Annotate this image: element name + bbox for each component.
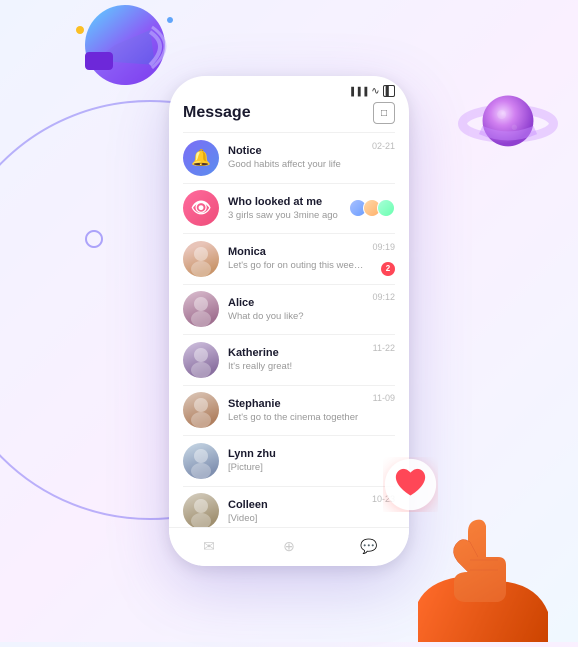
tab-discover[interactable]: ⊕ xyxy=(279,536,299,556)
message-item-stephanie[interactable]: Stephanie Let's go to the cinema togethe… xyxy=(169,385,409,435)
msg-name: Colleen xyxy=(228,499,363,511)
msg-preview: [Picture] xyxy=(228,462,386,473)
tab-message[interactable]: 💬 xyxy=(359,536,379,556)
avatar-monica xyxy=(183,241,219,277)
avatar-who: 👁 xyxy=(183,190,219,226)
msg-preview: Let's go for on outing this weekend- xyxy=(228,260,363,271)
dot-decoration xyxy=(85,230,103,248)
megaphone-decoration xyxy=(60,0,190,120)
message-item-lynn[interactable]: Lynn zhu [Picture] xyxy=(169,436,409,486)
discover-tab-icon: ⊕ xyxy=(279,536,299,556)
wifi-icon: ∿ xyxy=(371,86,379,97)
msg-name: Notice xyxy=(228,145,363,157)
unread-badge: 2 xyxy=(381,262,395,276)
heart-badge-decoration xyxy=(383,457,438,512)
tab-bar: ✉ ⊕ 💬 xyxy=(169,527,409,566)
who-avatar-3 xyxy=(377,199,395,217)
msg-time: 11-22 xyxy=(373,342,395,353)
compose-button[interactable]: □ xyxy=(373,102,395,124)
msg-content-notice: Notice Good habits affect your life xyxy=(228,145,363,170)
msg-preview: [Video] xyxy=(228,513,363,524)
msg-preview: Good habits affect your life xyxy=(228,159,363,170)
msg-content-lynn: Lynn zhu [Picture] xyxy=(228,448,386,473)
avatar-colleen xyxy=(183,493,219,529)
who-avatar-group xyxy=(349,199,395,217)
signal-icon: ▐▐▐ xyxy=(348,87,368,96)
chat-tab-icon: ✉ xyxy=(199,536,219,556)
msg-content-alice: Alice What do you like? xyxy=(228,297,363,322)
msg-name: Alice xyxy=(228,297,363,309)
message-item-monica[interactable]: Monica Let's go for on outing this weeke… xyxy=(169,234,409,284)
avatar-alice xyxy=(183,291,219,327)
msg-name: Stephanie xyxy=(228,398,364,410)
msg-content-stephanie: Stephanie Let's go to the cinema togethe… xyxy=(228,398,364,423)
message-item-who[interactable]: 👁 Who looked at me 3 girls saw you 3mine… xyxy=(169,183,409,233)
avatar-katherine xyxy=(183,342,219,378)
msg-time: 09:12 xyxy=(372,291,395,302)
msg-time: 02-21 xyxy=(372,140,395,151)
avatar-lynn xyxy=(183,443,219,479)
msg-preview: 3 girls saw you 3mine ago xyxy=(228,210,340,221)
msg-preview: Let's go to the cinema together xyxy=(228,412,364,423)
status-bar: ▐▐▐ ∿ ▌ xyxy=(169,76,409,98)
app-header: Message □ xyxy=(169,98,409,132)
message-item-alice[interactable]: Alice What do you like? 09:12 xyxy=(169,284,409,334)
msg-name: Monica xyxy=(228,246,363,258)
msg-preview: It's really great! xyxy=(228,361,364,372)
message-list: 🔔 Notice Good habits affect your life 02… xyxy=(169,133,409,537)
msg-content-colleen: Colleen [Video] xyxy=(228,499,363,524)
msg-content-monica: Monica Let's go for on outing this weeke… xyxy=(228,246,363,271)
avatar-stephanie xyxy=(183,392,219,428)
msg-name: Katherine xyxy=(228,347,364,359)
message-tab-icon: 💬 xyxy=(359,536,379,556)
phone-frame: ▐▐▐ ∿ ▌ Message □ 🔔 Notice Good habits a… xyxy=(169,76,409,566)
msg-content-katherine: Katherine It's really great! xyxy=(228,347,364,372)
message-item-katherine[interactable]: Katherine It's really great! 11-22 xyxy=(169,335,409,385)
app-title: Message xyxy=(183,104,251,122)
msg-time: 11-09 xyxy=(373,392,395,403)
msg-preview: What do you like? xyxy=(228,311,363,322)
tab-chat[interactable]: ✉ xyxy=(199,536,219,556)
msg-name: Lynn zhu xyxy=(228,448,386,460)
avatar-notice: 🔔 xyxy=(183,140,219,176)
planet-decoration xyxy=(458,80,558,160)
msg-content-who: Who looked at me 3 girls saw you 3mine a… xyxy=(228,196,340,221)
msg-name: Who looked at me xyxy=(228,196,340,208)
message-item-notice[interactable]: 🔔 Notice Good habits affect your life 02… xyxy=(169,133,409,183)
battery-icon: ▌ xyxy=(383,85,395,97)
msg-time: 09:19 xyxy=(372,241,395,252)
